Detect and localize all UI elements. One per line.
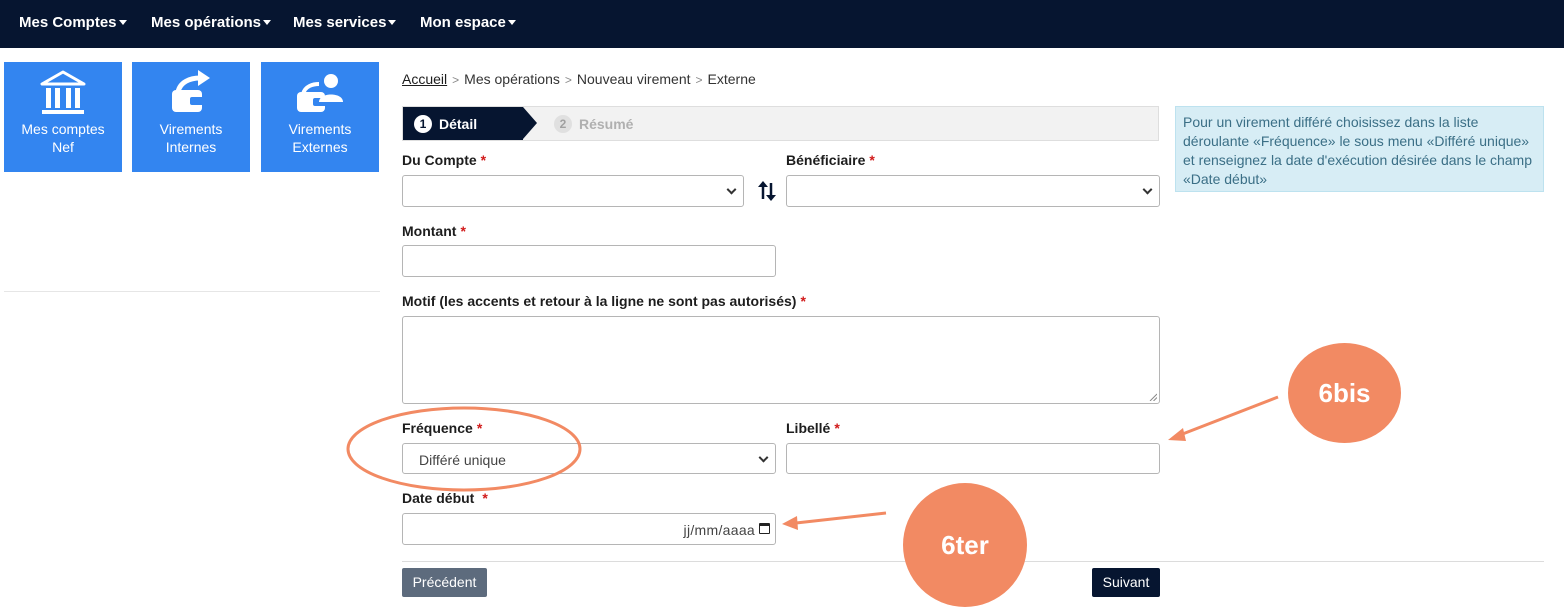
nav-label: Mes opérations (151, 14, 262, 31)
tile-label: Virements Externes (288, 121, 352, 155)
date-placeholder: jj/mm/aaaa (683, 522, 755, 538)
chevron-down-icon (726, 184, 737, 195)
nav-label: Mes services (293, 14, 387, 31)
annotation-bubble-6bis: 6bis (1288, 343, 1401, 443)
caret-down-icon (263, 19, 272, 25)
breadcrumb-separator: > (695, 73, 703, 87)
from-account-label: Du Compte * (402, 152, 487, 168)
step-label-resume: Résumé (579, 116, 634, 132)
annotation-bubble-6ter: 6ter (903, 483, 1027, 607)
info-alert: Pour un virement différé choisissez dans… (1175, 106, 1544, 192)
wallet-user-icon (297, 74, 343, 112)
annotation-arrow-line (1179, 395, 1279, 437)
required-mark: * (476, 420, 483, 436)
tile-mes-comptes-nef[interactable]: Mes comptes Nef (4, 62, 122, 172)
beneficiary-label: Bénéficiaire * (786, 152, 875, 168)
start-date-input[interactable]: jj/mm/aaaa (402, 513, 776, 545)
tile-virements-internes[interactable]: Virements Internes (132, 62, 250, 172)
top-navbar: Mes Comptes Mes opérations Mes services … (0, 0, 1564, 48)
required-mark: * (480, 152, 487, 168)
caret-down-icon (118, 19, 127, 25)
sidebar-divider (4, 291, 380, 292)
step-detail: 1 Détail (403, 107, 523, 140)
nav-mon-espace[interactable]: Mon espace (420, 14, 516, 31)
wallet-transfer-icon (172, 70, 210, 112)
breadcrumb-separator: > (452, 73, 460, 87)
required-mark: * (800, 293, 806, 309)
step-arrow (523, 107, 537, 139)
nav-mes-comptes[interactable]: Mes Comptes (19, 14, 127, 31)
start-date-label: Date début * (402, 490, 488, 506)
amount-label: Montant * (402, 223, 466, 239)
swap-arrows-icon[interactable] (757, 180, 777, 202)
nav-label: Mon espace (420, 14, 506, 31)
annotation-arrowhead (1168, 428, 1186, 441)
annotation-arrowhead (782, 516, 798, 530)
breadcrumb-item: Nouveau virement (576, 71, 691, 87)
required-mark: * (834, 420, 840, 436)
wording-label: Libellé * (786, 420, 840, 436)
nav-mes-operations[interactable]: Mes opérations (151, 14, 272, 31)
chevron-down-icon (1142, 184, 1153, 195)
breadcrumb-separator: > (564, 73, 572, 87)
wording-input[interactable] (786, 443, 1160, 474)
tile-label: Virements Internes (159, 121, 223, 155)
reason-label: Motif (les accents et retour à la ligne … (402, 293, 806, 309)
calendar-icon[interactable] (759, 523, 770, 534)
resize-handle-icon[interactable] (1149, 393, 1157, 401)
tile-label: Mes comptes Nef (21, 121, 105, 155)
breadcrumb-item: Externe (707, 71, 756, 87)
select-value: Différé unique (419, 452, 506, 468)
required-mark: * (482, 490, 488, 506)
breadcrumb-item: Mes opérations (464, 71, 560, 87)
caret-down-icon (388, 19, 397, 25)
previous-button[interactable]: Précédent (402, 568, 487, 597)
wizard-stepper: 1 Détail 2 Résumé (402, 106, 1159, 141)
amount-input[interactable] (402, 245, 776, 277)
nav-label: Mes Comptes (19, 14, 117, 31)
bank-icon (40, 70, 86, 114)
breadcrumb-home-link[interactable]: Accueil (402, 71, 447, 87)
step-number: 1 (414, 115, 432, 133)
beneficiary-select[interactable] (786, 175, 1160, 207)
step-number: 2 (554, 115, 572, 133)
chevron-down-icon (758, 452, 769, 463)
nav-mes-services[interactable]: Mes services (293, 14, 397, 31)
annotation-arrow-line (795, 511, 887, 525)
from-account-select[interactable] (402, 175, 744, 207)
next-button[interactable]: Suivant (1092, 568, 1160, 597)
frequency-select[interactable]: Différé unique (402, 443, 776, 474)
step-label: Détail (439, 116, 478, 132)
required-mark: * (869, 152, 875, 168)
caret-down-icon (507, 19, 516, 25)
reason-textarea[interactable] (402, 316, 1160, 404)
frequency-label: Fréquence * (402, 420, 483, 436)
required-mark: * (460, 223, 466, 239)
breadcrumb: Accueil > Mes opérations > Nouveau virement >… (402, 71, 756, 87)
tile-virements-externes[interactable]: Virements Externes (261, 62, 379, 172)
